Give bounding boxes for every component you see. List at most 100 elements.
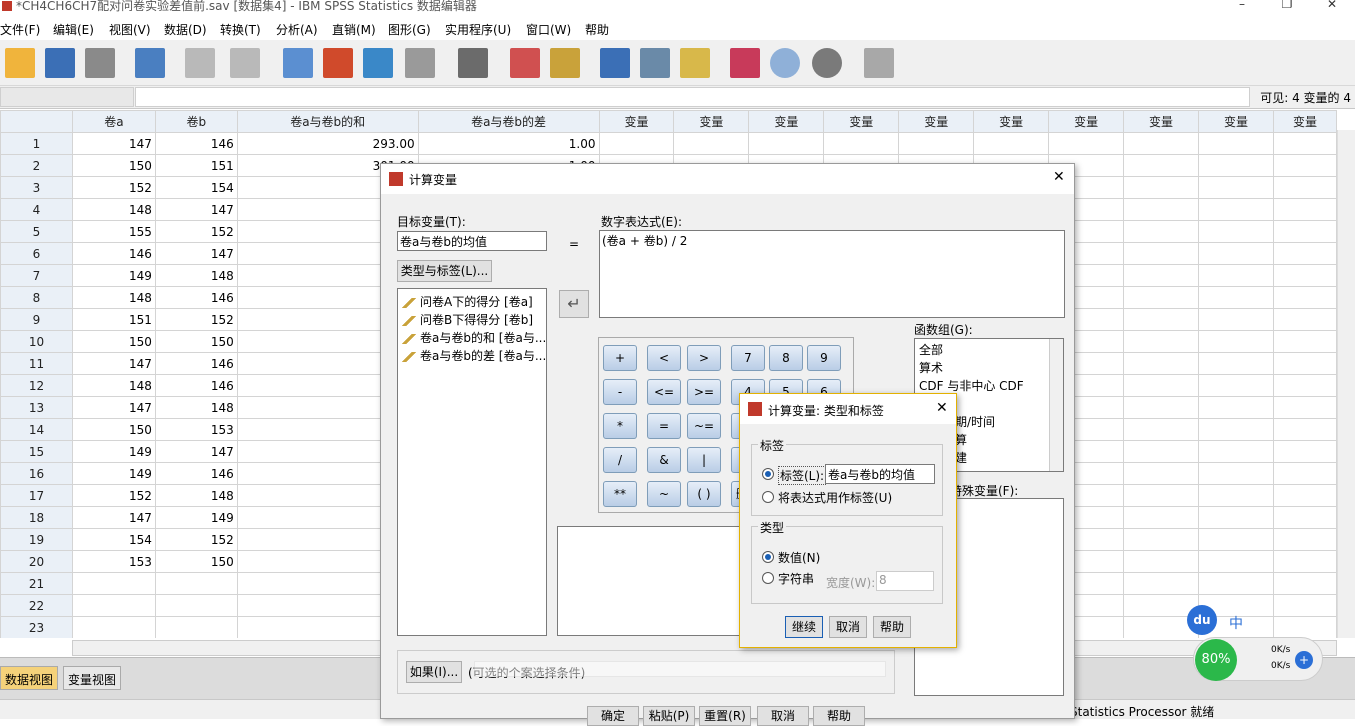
empty-cell[interactable] — [1198, 198, 1274, 221]
list-item[interactable]: 问卷A下的得分 [卷a] — [402, 293, 533, 310]
cell-a[interactable]: 152 — [71, 484, 156, 507]
empty-cell[interactable] — [1198, 418, 1274, 441]
cell-b[interactable]: 146 — [154, 352, 238, 375]
sub-dialog-close-icon[interactable]: ✕ — [936, 400, 948, 416]
cell-a[interactable]: 150 — [71, 330, 156, 353]
empty-cell[interactable] — [1123, 154, 1200, 177]
numeric-expression-input[interactable]: (卷a + 卷b) / 2 — [599, 230, 1065, 318]
keypad-button[interactable]: * — [603, 413, 637, 439]
cell-a[interactable]: 147 — [71, 132, 156, 155]
tab-data-view[interactable]: 数据视图 — [0, 666, 59, 690]
cell-a[interactable] — [71, 616, 156, 638]
cell-b[interactable]: 152 — [154, 528, 238, 551]
keypad-button[interactable]: = — [647, 413, 681, 439]
weight-cases-icon[interactable] — [640, 48, 670, 78]
maximize-button[interactable]: ❐ — [1267, 0, 1307, 11]
goto-case-icon[interactable] — [283, 48, 313, 78]
menu-analyze[interactable]: 分析(A) — [276, 21, 318, 38]
empty-cell[interactable] — [1198, 528, 1274, 551]
cell-b[interactable]: 146 — [154, 462, 238, 485]
empty-cell[interactable] — [1272, 176, 1337, 199]
empty-cell[interactable] — [1198, 462, 1274, 485]
string-radio[interactable] — [762, 572, 774, 584]
cell-b[interactable] — [154, 572, 238, 595]
keypad-button[interactable]: - — [603, 379, 637, 405]
cell-b[interactable]: 148 — [154, 396, 238, 419]
cell-b[interactable]: 146 — [154, 286, 238, 309]
keypad-button[interactable]: 9 — [807, 345, 841, 371]
dialog-recall-icon[interactable] — [135, 48, 165, 78]
sub-cancel-button[interactable]: 取消 — [829, 616, 867, 638]
empty-cell[interactable] — [1272, 506, 1337, 529]
row-number[interactable]: 14 — [0, 418, 73, 441]
empty-cell[interactable] — [1123, 286, 1200, 309]
menu-file[interactable]: 文件(F) — [0, 21, 40, 38]
keypad-button[interactable]: / — [603, 447, 637, 473]
cell-b[interactable]: 148 — [154, 264, 238, 287]
empty-variable-header[interactable]: 变量 — [898, 110, 975, 133]
empty-cell[interactable] — [1123, 132, 1200, 155]
show-all-variables-icon[interactable] — [812, 48, 842, 78]
cell-b[interactable] — [154, 594, 238, 617]
row-number[interactable]: 13 — [0, 396, 73, 419]
menu-graphs[interactable]: 图形(G) — [388, 21, 431, 38]
menu-data[interactable]: 数据(D) — [164, 21, 207, 38]
list-item[interactable]: 卷a与卷b的差 [卷a与... — [402, 347, 546, 364]
menu-transform[interactable]: 转换(T) — [220, 21, 261, 38]
empty-cell[interactable] — [1272, 374, 1337, 397]
row-number[interactable]: 5 — [0, 220, 73, 243]
close-window-button[interactable]: ✕ — [1312, 0, 1352, 11]
cell-a[interactable]: 147 — [71, 396, 156, 419]
print-icon[interactable] — [85, 48, 115, 78]
help-button[interactable]: 帮助 — [813, 706, 865, 726]
cancel-button[interactable]: 取消 — [757, 706, 809, 726]
empty-cell[interactable] — [898, 132, 975, 155]
empty-cell[interactable] — [1123, 528, 1200, 551]
empty-cell[interactable] — [1272, 242, 1337, 265]
cell-a[interactable]: 149 — [71, 440, 156, 463]
row-number[interactable]: 20 — [0, 550, 73, 573]
empty-variable-header[interactable]: 变量 — [748, 110, 825, 133]
width-input[interactable]: 8 — [876, 571, 934, 591]
empty-cell[interactable] — [1123, 550, 1200, 573]
column-header[interactable]: 卷a — [71, 110, 156, 133]
empty-cell[interactable] — [1123, 220, 1200, 243]
keypad-button[interactable]: >= — [687, 379, 721, 405]
empty-variable-header[interactable]: 变量 — [823, 110, 900, 133]
cell-a[interactable]: 151 — [71, 308, 156, 331]
empty-cell[interactable] — [1198, 440, 1274, 463]
cell-a[interactable]: 153 — [71, 550, 156, 573]
cell-a[interactable]: 149 — [71, 264, 156, 287]
empty-variable-header[interactable]: 变量 — [1198, 110, 1274, 133]
numeric-radio[interactable] — [762, 551, 774, 563]
cell-a[interactable]: 148 — [71, 374, 156, 397]
empty-cell[interactable] — [973, 132, 1050, 155]
empty-cell[interactable] — [1198, 374, 1274, 397]
cell-b[interactable]: 152 — [154, 220, 238, 243]
select-cases-icon[interactable] — [680, 48, 710, 78]
empty-variable-header[interactable]: 变量 — [1272, 110, 1337, 133]
keypad-button[interactable]: + — [603, 345, 637, 371]
row-number[interactable]: 19 — [0, 528, 73, 551]
keypad-button[interactable]: 7 — [731, 345, 765, 371]
menu-direct-marketing[interactable]: 直销(M) — [332, 21, 376, 38]
empty-cell[interactable] — [1272, 330, 1337, 353]
empty-cell[interactable] — [1198, 396, 1274, 419]
empty-variable-header[interactable]: 变量 — [673, 110, 750, 133]
empty-cell[interactable] — [1123, 572, 1200, 595]
empty-cell[interactable] — [1272, 286, 1337, 309]
empty-cell[interactable] — [1272, 528, 1337, 551]
cell-a[interactable]: 155 — [71, 220, 156, 243]
empty-cell[interactable] — [1198, 572, 1274, 595]
empty-cell[interactable] — [1198, 352, 1274, 375]
empty-cell[interactable] — [1123, 176, 1200, 199]
empty-cell[interactable] — [1272, 308, 1337, 331]
cell-b[interactable]: 151 — [154, 154, 238, 177]
use-sets-icon[interactable] — [770, 48, 800, 78]
cell-b[interactable]: 150 — [154, 330, 238, 353]
empty-variable-header[interactable]: 变量 — [1123, 110, 1200, 133]
keypad-button[interactable]: | — [687, 447, 721, 473]
cell-a[interactable]: 148 — [71, 286, 156, 309]
function-group-item[interactable]: 算术 — [919, 359, 943, 376]
baidu-ime-icon[interactable]: du — [1187, 605, 1217, 635]
